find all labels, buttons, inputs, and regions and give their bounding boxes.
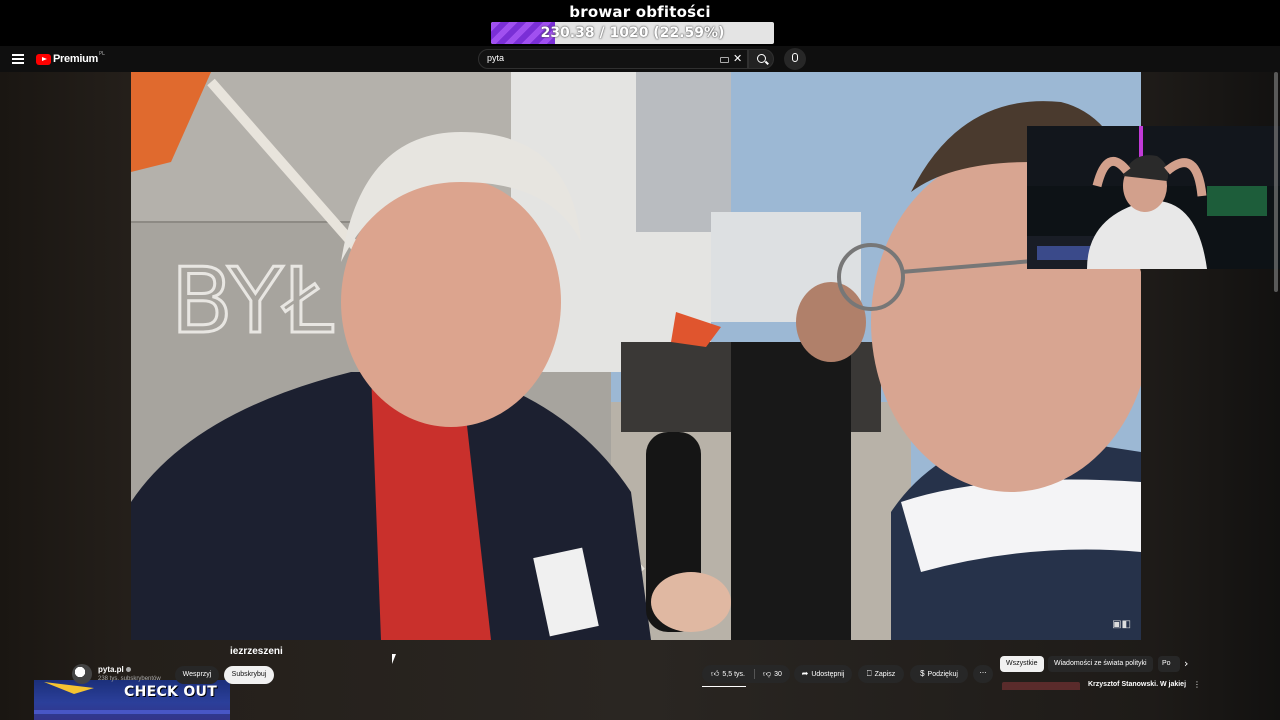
thanks-button[interactable]: $ Podziękuj [910, 665, 968, 683]
page-scrollbar[interactable] [1274, 72, 1278, 292]
video-frame: BYŁ [131, 72, 1141, 640]
goal-progress-text: 230.38 / 1020 (22.59%) [540, 25, 725, 41]
more-vert-icon[interactable]: ⋮ [1193, 680, 1201, 689]
goal-title: browar obfitości [569, 3, 711, 21]
chip-all[interactable]: Wszystkie [1000, 656, 1044, 672]
webcam-frame [1027, 126, 1280, 269]
dislike-count: 30 [774, 671, 782, 678]
chevron-right-icon[interactable]: › [1184, 657, 1188, 670]
chip-partial[interactable]: Po [1158, 656, 1180, 672]
search-value[interactable]: pyta [487, 53, 504, 63]
streamer-webcam [1027, 126, 1280, 269]
more-actions-button[interactable]: ⋯ [973, 665, 993, 683]
voice-search-button[interactable] [784, 48, 806, 70]
like-button[interactable]: 👍︎ 5,5 tys. [702, 665, 754, 683]
thanks-icon: $ [920, 669, 925, 678]
verified-icon [125, 667, 131, 673]
share-icon: ➦ [801, 669, 809, 678]
like-count: 5,5 tys. [722, 671, 745, 678]
search-input[interactable]: pyta ✕ [478, 49, 748, 69]
channel-avatar[interactable] [72, 664, 92, 684]
youtube-play-icon [36, 53, 51, 65]
like-indicator [702, 686, 746, 687]
support-button[interactable]: Wesprzyj [175, 666, 219, 684]
badge-text: CHECK OUT [124, 684, 218, 700]
save-label: Zapisz [874, 671, 896, 678]
youtube-header: Premium PL pyta ✕ [0, 46, 1280, 72]
like-dislike-group: 👍︎ 5,5 tys. 👎︎ 30 [702, 665, 790, 683]
stream-goal-overlay: browar obfitości 230.38 / 1020 (22.59%) [0, 0, 1280, 46]
subscribe-button[interactable]: Subskrybuj [224, 666, 274, 684]
recommendation-thumbnail[interactable] [1002, 682, 1080, 690]
check-out-overlay-badge: CHECK OUT [34, 680, 230, 720]
channel-watermark-icon[interactable]: ▣◧ [1112, 619, 1131, 630]
mouse-cursor-icon [392, 654, 396, 664]
recommendation-title[interactable]: Krzysztof Stanowski. W jakiej [1088, 681, 1186, 688]
share-label: Udostępnij [811, 671, 845, 678]
search-button[interactable] [748, 49, 774, 69]
bookmark-icon: ⎕ [866, 669, 872, 678]
clear-search-icon[interactable]: ✕ [733, 52, 742, 65]
channel-name[interactable]: pyta.pl [98, 665, 124, 674]
thumbs-up-icon: 👍︎ [711, 669, 720, 678]
video-player[interactable]: BYŁ ▣◧ [131, 72, 1141, 640]
save-button[interactable]: ⎕ Zapisz [858, 665, 904, 683]
thumbs-down-icon: 👎︎ [763, 669, 772, 678]
keyboard-icon[interactable] [720, 57, 729, 63]
youtube-logo[interactable]: Premium PL [36, 51, 105, 66]
thanks-label: Podziękuj [927, 671, 958, 678]
logo-text: Premium [53, 53, 98, 65]
hamburger-menu-icon[interactable] [12, 54, 24, 64]
video-title: iezrzeszeni [230, 646, 283, 657]
logo-country: PL [98, 51, 105, 57]
microphone-icon [792, 53, 798, 62]
dislike-button[interactable]: 👎︎ 30 [755, 665, 790, 683]
svg-text:BYŁ: BYŁ [171, 249, 334, 354]
subscriber-count: 238 tys. subskrybentów [98, 676, 161, 682]
watch-page: BYŁ ▣◧ CHECK OUT [0, 72, 1280, 720]
search-icon [757, 54, 766, 63]
share-button[interactable]: ➦ Udostępnij [794, 665, 852, 683]
channel-name-row[interactable]: pyta.pl [98, 665, 131, 674]
goal-progress-bar: 230.38 / 1020 (22.59%) [491, 22, 774, 44]
chip-politics-news[interactable]: Wiadomości ze świata polityki [1048, 656, 1153, 672]
